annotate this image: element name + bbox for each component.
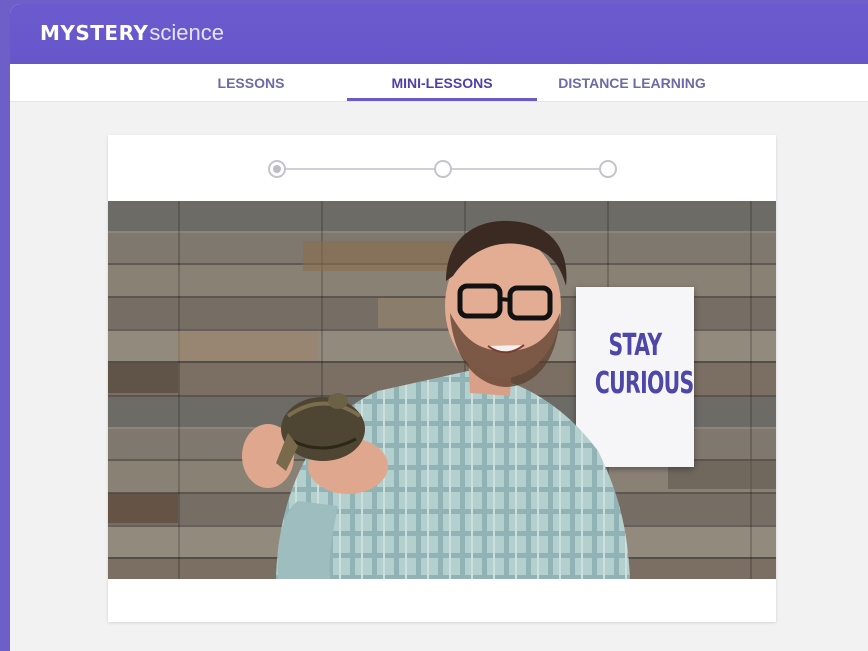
tab-lessons[interactable]: LESSONS — [196, 64, 306, 101]
step-2-radio[interactable] — [434, 160, 452, 178]
step-3-radio[interactable] — [599, 160, 617, 178]
lesson-card: STAY CURIOUS — [108, 135, 776, 622]
tab-mini-lessons-label: MINI-LESSONS — [391, 75, 493, 91]
step-1-radio[interactable] — [268, 160, 286, 178]
logo-science-text: science — [149, 20, 224, 45]
step-connector — [283, 168, 443, 170]
video-footer — [108, 579, 776, 622]
mystery-science-logo[interactable]: MYSTERYscience — [40, 20, 224, 46]
top-bar: MYSTERYscience — [10, 4, 868, 64]
logo-mystery-text: MYSTERY — [40, 21, 149, 45]
tab-distance-learning-label: DISTANCE LEARNING — [558, 75, 706, 91]
tab-lessons-label: LESSONS — [217, 75, 285, 91]
main-nav: LESSONS MINI-LESSONS DISTANCE LEARNING — [10, 64, 868, 102]
app-window: MYSTERYscience LESSONS MINI-LESSONS DIST… — [10, 4, 868, 651]
presenter-holding-turtle — [242, 220, 630, 579]
step-progress — [108, 135, 776, 203]
tab-distance-learning[interactable]: DISTANCE LEARNING — [547, 64, 717, 101]
step-connector — [449, 168, 606, 170]
active-tab-underline — [347, 98, 537, 101]
video-player[interactable]: STAY CURIOUS — [108, 201, 776, 579]
tab-mini-lessons[interactable]: MINI-LESSONS — [347, 64, 537, 101]
